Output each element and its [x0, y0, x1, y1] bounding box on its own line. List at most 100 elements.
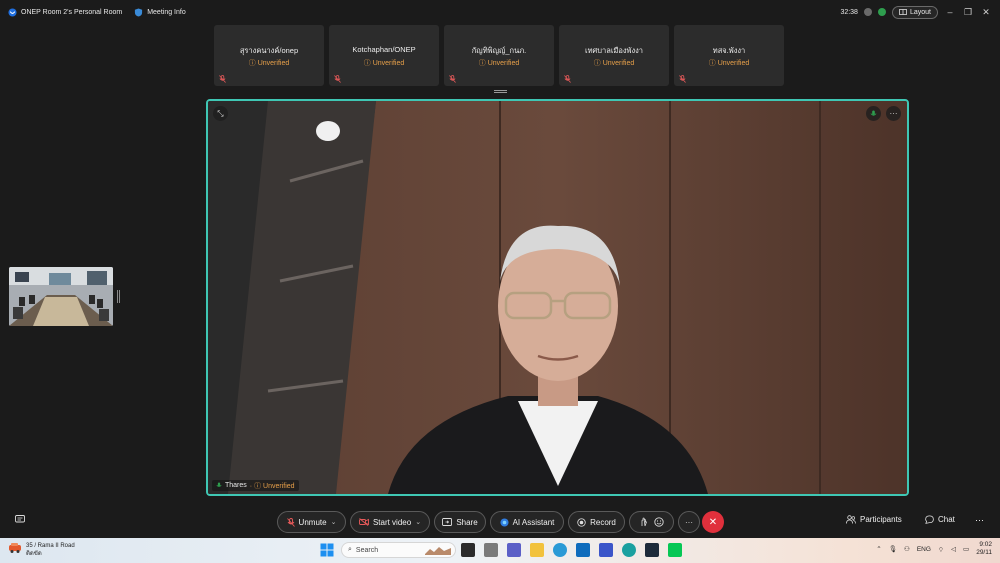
- webex-icon[interactable]: [645, 543, 659, 557]
- traffic-icon: [9, 543, 21, 553]
- status-icon[interactable]: [877, 8, 886, 16]
- participant-tile[interactable]: Kotchaphan/ONEP ⓘ Unverified: [329, 25, 439, 86]
- self-view-video[interactable]: [9, 267, 113, 326]
- unmute-label: Unmute: [298, 517, 327, 527]
- outlook-icon[interactable]: [576, 543, 590, 557]
- mic-muted-icon: [564, 75, 571, 83]
- start-video-button[interactable]: Start video ⌄: [350, 511, 430, 533]
- restore-icon[interactable]: ❐: [962, 7, 974, 18]
- webex-meeting-window: ONEP Room 2's Personal Room Meeting Info…: [0, 0, 1000, 563]
- strip-resize-handle[interactable]: [494, 90, 507, 93]
- participant-status: ⓘ Unverified: [478, 60, 520, 67]
- participants-label: Participants: [860, 515, 902, 524]
- app-icon[interactable]: [599, 543, 613, 557]
- layout-icon: [899, 9, 907, 15]
- meeting-timer: 32:38: [840, 8, 858, 16]
- clock-time: 9:02: [979, 541, 992, 548]
- file-explorer-icon[interactable]: [530, 543, 544, 557]
- windows-start-icon[interactable]: [320, 543, 334, 557]
- meeting-info-button[interactable]: Meeting Info: [134, 7, 186, 17]
- ai-assistant-button[interactable]: AI Assistant: [490, 511, 564, 533]
- participant-tile[interactable]: กัญทิพิญญ์_กนภ. ⓘ Unverified: [444, 25, 554, 86]
- leave-meeting-button[interactable]: ✕: [702, 511, 724, 533]
- task-view-icon[interactable]: [461, 543, 475, 557]
- ai-assistant-icon: [500, 517, 509, 527]
- more-icon[interactable]: ⋯: [975, 515, 984, 526]
- room-title-group: ONEP Room 2's Personal Room: [8, 7, 123, 17]
- weather-subtitle: ติดขัด: [26, 551, 42, 557]
- volume-icon[interactable]: ◁: [951, 545, 956, 553]
- mic-muted-icon: [679, 75, 686, 83]
- connection-icon[interactable]: [863, 8, 872, 16]
- people-icon: [846, 515, 856, 524]
- record-label: Record: [590, 517, 616, 527]
- browser-icon[interactable]: [553, 543, 567, 557]
- more-options-button[interactable]: ···: [678, 511, 700, 533]
- language-indicator[interactable]: ENG: [917, 546, 931, 553]
- participant-tile[interactable]: สุรางคนางค์/onep ⓘ Unverified: [214, 25, 324, 86]
- chevron-down-icon[interactable]: ⌄: [331, 518, 337, 526]
- taskbar-search[interactable]: ⌕ Search: [341, 542, 456, 558]
- participant-name: กัญทิพิญญ์_กนภ.: [471, 46, 527, 55]
- share-button[interactable]: Share: [434, 511, 486, 533]
- close-icon[interactable]: ✕: [980, 7, 992, 18]
- mic-icon: [216, 482, 222, 487]
- wifi-icon[interactable]: ⌔: [938, 545, 944, 554]
- emoji-reaction-icon[interactable]: [653, 517, 664, 527]
- video-off-icon: [358, 518, 369, 526]
- participant-strip: สุรางคนางค์/onep ⓘ Unverified Kotchaphan…: [214, 25, 784, 86]
- room-title: ONEP Room 2's Personal Room: [21, 8, 123, 16]
- title-right-controls: 32:38 Layout – ❐ ✕: [840, 5, 992, 19]
- layout-button[interactable]: Layout: [891, 5, 938, 19]
- edge-icon[interactable]: [622, 543, 636, 557]
- line-icon[interactable]: [668, 543, 682, 557]
- ai-assistant-label: AI Assistant: [512, 517, 555, 527]
- collapse-icon[interactable]: ⤡: [213, 106, 228, 121]
- record-icon: [577, 517, 586, 527]
- chat-button[interactable]: Chat: [925, 515, 955, 524]
- participant-name: สุรางคนางค์/onep: [239, 46, 299, 55]
- raise-hand-icon[interactable]: [640, 517, 648, 527]
- battery-icon[interactable]: ▭: [963, 545, 969, 553]
- self-view-grip[interactable]: [117, 290, 120, 303]
- app-icon[interactable]: [484, 543, 498, 557]
- start-video-label: Start video: [372, 517, 412, 527]
- search-icon: ⌕: [348, 546, 352, 553]
- participants-button[interactable]: Participants: [846, 515, 902, 524]
- more-options-icon[interactable]: ···: [886, 106, 901, 121]
- clock-date: 29/11: [976, 549, 992, 556]
- chat-icon: [925, 515, 934, 524]
- reactions-group: [629, 511, 674, 533]
- teams-icon[interactable]: [507, 543, 521, 557]
- search-highlight-icon: [425, 547, 451, 555]
- participant-tile[interactable]: ทสจ.พังงา ⓘ Unverified: [674, 25, 784, 86]
- people-icon[interactable]: ⚇: [904, 545, 910, 553]
- minimize-icon[interactable]: –: [944, 7, 956, 17]
- mic-muted-icon: [219, 75, 226, 83]
- weather-title: 35 / Rama II Road: [26, 543, 75, 549]
- mic-muted-icon: [449, 75, 456, 83]
- webex-logo-icon: [8, 7, 17, 17]
- shield-icon: [135, 7, 143, 17]
- participant-status: ⓘ Unverified: [248, 60, 290, 67]
- unmute-button[interactable]: Unmute ⌄: [277, 511, 346, 533]
- active-speaker-video[interactable]: ⤡ ··· Thares · ⓘ Unverified: [206, 99, 909, 496]
- weather-widget[interactable]: 35 / Rama II Road ติดขัด: [8, 542, 75, 558]
- record-button[interactable]: Record: [568, 511, 625, 533]
- captions-icon[interactable]: [15, 515, 25, 524]
- participant-name: เทศบาลเมืองพังงา: [585, 46, 643, 55]
- chevron-down-icon[interactable]: ⌄: [415, 518, 421, 526]
- mic-icon[interactable]: [866, 106, 881, 121]
- windows-taskbar: 35 / Rama II Road ติดขัด ⌕ Search ⌃ 🎙 ⚇ …: [0, 538, 1000, 563]
- participant-tile[interactable]: เทศบาลเมืองพังงา ⓘ Unverified: [559, 25, 669, 86]
- clock[interactable]: 9:02 29/11: [976, 541, 992, 557]
- speaker-status: · ⓘ Unverified: [249, 482, 295, 490]
- conference-room-image: [9, 267, 113, 326]
- participant-status: ⓘ Unverified: [593, 60, 635, 67]
- mic-muted-icon[interactable]: 🎙: [889, 545, 897, 553]
- close-icon: ✕: [708, 516, 718, 528]
- chevron-up-icon[interactable]: ⌃: [876, 545, 881, 553]
- participant-status: ⓘ Unverified: [708, 60, 750, 67]
- meeting-toolbar: Unmute ⌄ Start video ⌄ Share AI Assistan…: [0, 511, 1000, 533]
- speaker-name: Thares: [225, 482, 247, 489]
